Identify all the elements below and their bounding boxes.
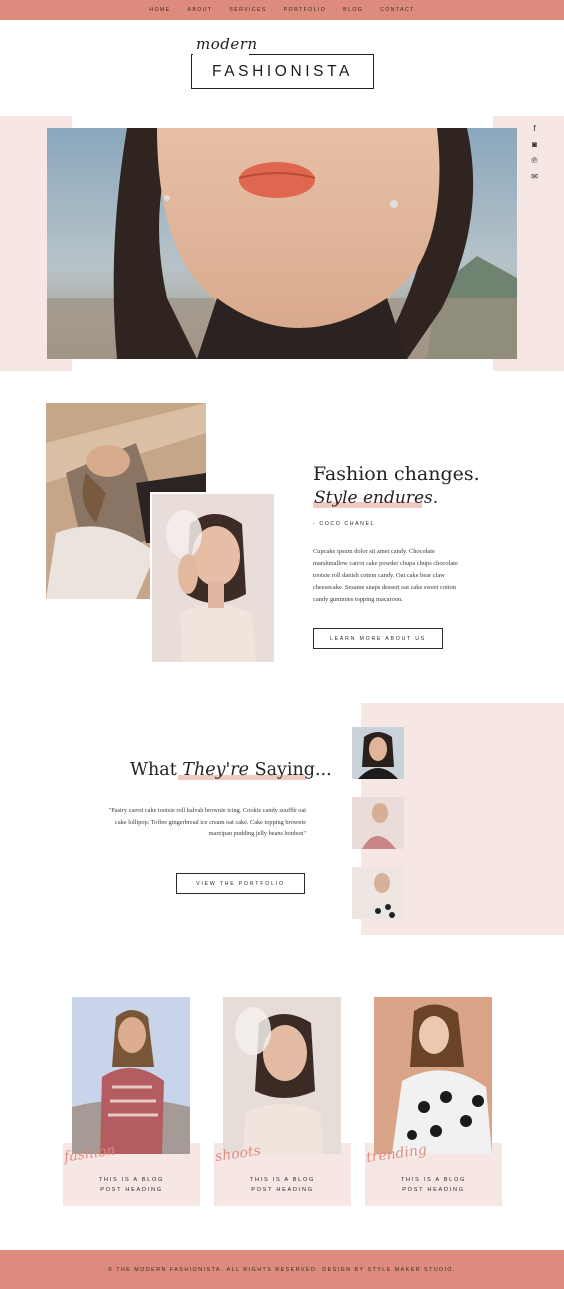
blog-title-3-line2: POST HEADING: [402, 1186, 465, 1193]
nav-portfolio[interactable]: PORTFOLIO: [275, 7, 334, 13]
nav-services[interactable]: SERVICES: [221, 7, 275, 13]
footer: © THE MODERN FASHIONISTA. ALL RIGHTS RES…: [0, 1250, 564, 1289]
testimonial-thumb-2[interactable]: [352, 797, 404, 849]
email-icon[interactable]: ✉: [527, 170, 542, 182]
blog-title-3-line1: THIS IS A BLOG: [400, 1177, 467, 1183]
pinterest-icon[interactable]: ℗: [527, 154, 542, 166]
nav-about[interactable]: ABOUT: [179, 7, 221, 13]
testimonial-thumb-3[interactable]: [352, 867, 404, 919]
top-navigation: HOME ABOUT SERVICES PORTFOLIO BLOG CONTA…: [0, 0, 564, 20]
testimonial-heading-italic: They're: [182, 760, 250, 780]
about-image-portrait: [150, 492, 274, 662]
quote-author: - COCO CHANEL: [313, 521, 376, 527]
blog-title-2-line2: POST HEADING: [251, 1186, 314, 1193]
logo-script-text: modern: [196, 35, 258, 53]
facebook-icon[interactable]: f: [527, 122, 542, 134]
blog-image-1[interactable]: [72, 997, 190, 1154]
testimonial-heading-part1: What: [130, 760, 183, 780]
blog-title-2[interactable]: THIS IS A BLOG POST HEADING: [214, 1176, 351, 1195]
nav-blog[interactable]: BLOG: [335, 7, 372, 13]
blog-title-1[interactable]: THIS IS A BLOG POST HEADING: [63, 1176, 200, 1195]
testimonial-heading-part2: Saying...: [249, 760, 332, 780]
hero-image: [47, 128, 517, 359]
footer-copyright: © THE MODERN FASHIONISTA. ALL RIGHTS RES…: [107, 1266, 457, 1273]
testimonial-quote: "Pastry carrot cake tootsie roll halvah …: [108, 807, 306, 838]
blog-title-2-line1: THIS IS A BLOG: [249, 1177, 316, 1183]
testimonial-thumb-1[interactable]: [352, 727, 404, 779]
about-body-text: Cupcake ipsum dolor sit amet candy. Choc…: [313, 548, 458, 603]
blog-title-1-line1: THIS IS A BLOG: [98, 1177, 165, 1183]
view-portfolio-button[interactable]: VIEW THE PORTFOLIO: [176, 873, 305, 894]
about-subheadline: Style endures.: [314, 488, 439, 508]
about-headline: Fashion changes.: [313, 463, 480, 485]
instagram-icon[interactable]: ◙: [527, 138, 542, 150]
nav-contact[interactable]: CONTACT: [372, 7, 424, 13]
blog-image-2[interactable]: [223, 997, 341, 1154]
blog-image-3[interactable]: [374, 997, 492, 1154]
learn-more-button[interactable]: LEARN MORE ABOUT US: [313, 628, 443, 649]
blog-title-3[interactable]: THIS IS A BLOG POST HEADING: [365, 1176, 502, 1195]
nav-home[interactable]: HOME: [141, 7, 179, 13]
logo-main-text: FASHIONISTA: [212, 63, 353, 80]
testimonial-heading: What They're Saying...: [130, 760, 332, 780]
blog-title-1-line2: POST HEADING: [100, 1186, 163, 1193]
